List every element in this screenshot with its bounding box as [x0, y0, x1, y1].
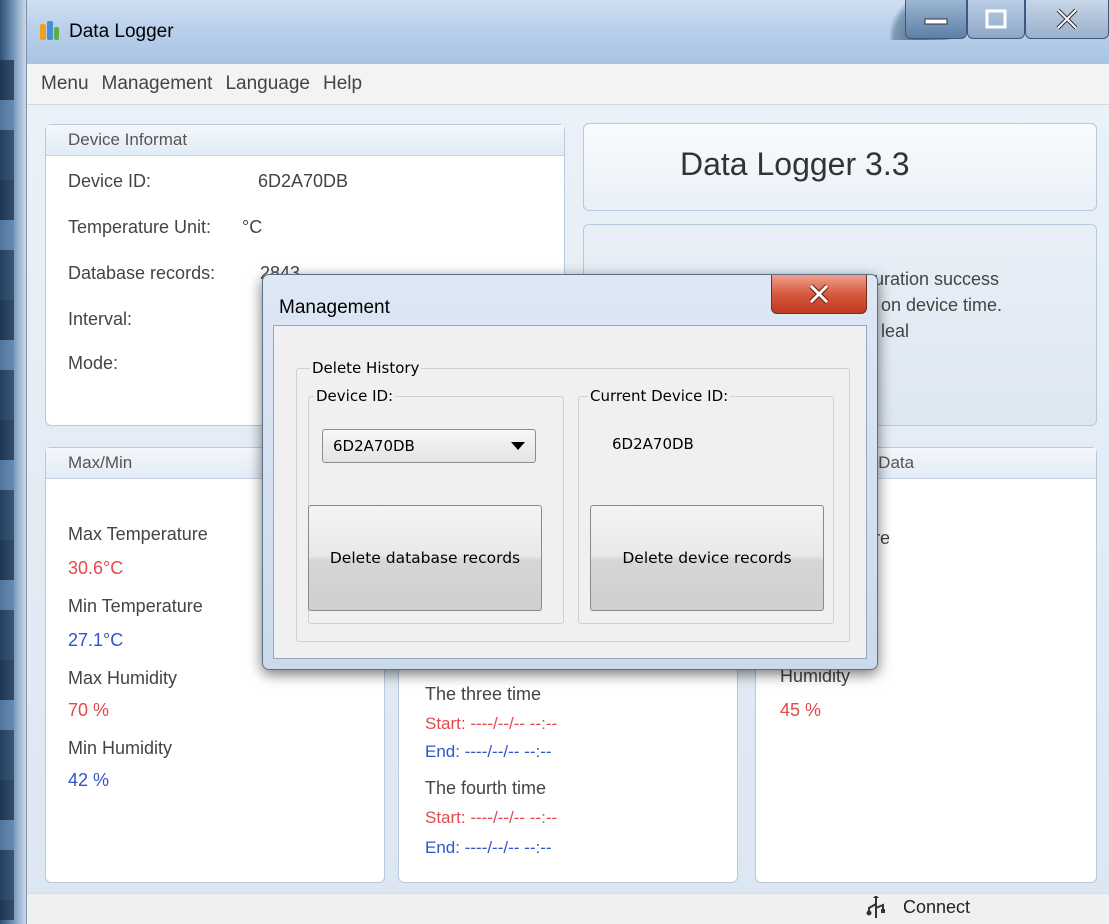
close-window-button[interactable] [1025, 0, 1109, 39]
chevron-down-icon [511, 442, 525, 450]
close-icon [1056, 8, 1078, 30]
minimize-button[interactable] [905, 0, 967, 39]
menu-item-menu[interactable]: Menu [41, 73, 89, 95]
db-records-label: Database records: [68, 263, 216, 283]
window-title: Data Logger [69, 21, 174, 42]
temp-unit-value: °C [242, 217, 263, 237]
third-time-label: The three time [425, 684, 542, 704]
interval-label: Interval: [68, 309, 133, 329]
max-temp-label: Max Temperature [68, 524, 208, 544]
delete-history-label: Delete History [310, 359, 422, 377]
fourth-time-start: Start: ----/--/-- --:-- [425, 808, 558, 827]
max-humidity-label: Max Humidity [68, 668, 178, 688]
min-humidity-label: Min Humidity [68, 738, 173, 758]
max-humidity-value: 70 % [68, 700, 110, 720]
device-id-value: 6D2A70DB [258, 171, 349, 191]
dialog-close-button[interactable] [771, 275, 867, 314]
mode-label: Mode: [68, 353, 119, 373]
close-icon [809, 284, 829, 304]
third-time-end: End: ----/--/-- --:-- [425, 742, 552, 761]
management-dialog: Management Delete History Device ID: Cur… [262, 274, 878, 670]
dialog-body: Delete History Device ID: Current Device… [273, 325, 867, 659]
app-icon [40, 21, 59, 40]
min-humidity-value: 42 % [68, 770, 110, 790]
status-line-2: on device time. [881, 295, 1003, 315]
delete-database-records-button[interactable]: Delete database records [308, 505, 542, 611]
connect-status-label[interactable]: Connect [903, 897, 970, 918]
app-header-title: Data Logger 3.3 [680, 146, 910, 182]
menu-item-help[interactable]: Help [323, 73, 362, 95]
device-id-group-label: Device ID: [314, 387, 396, 405]
minimize-icon [924, 18, 948, 25]
app-header-panel: Data Logger 3.3 [583, 123, 1097, 211]
device-id-select-value: 6D2A70DB [333, 437, 415, 455]
menu-bar: Menu Management Language Help [27, 64, 1109, 105]
menu-item-language[interactable]: Language [225, 73, 310, 95]
delete-device-records-button[interactable]: Delete device records [590, 505, 824, 611]
fourth-time-end: End: ----/--/-- --:-- [425, 838, 552, 857]
device-id-label: Device ID: [68, 171, 152, 191]
realtime-humidity-value: 45 % [780, 700, 822, 720]
maximize-icon [985, 9, 1007, 29]
min-temp-value: 27.1°C [68, 630, 124, 650]
menu-item-management[interactable]: Management [102, 73, 213, 95]
current-device-group-label: Current Device ID: [588, 387, 731, 405]
status-bar: Connect [27, 893, 1109, 924]
dialog-title: Management [279, 297, 390, 318]
status-line-3: leal [881, 321, 910, 341]
maximize-button[interactable] [967, 0, 1025, 39]
title-bar[interactable]: Data Logger [27, 0, 1109, 64]
current-device-id-value: 6D2A70DB [612, 435, 694, 453]
max-temp-value: 30.6°C [68, 558, 124, 578]
third-time-start: Start: ----/--/-- --:-- [425, 714, 558, 733]
status-line-1: uration success [874, 269, 1000, 289]
min-temp-label: Min Temperature [68, 596, 203, 616]
device-id-select[interactable]: 6D2A70DB [322, 429, 536, 463]
device-info-title: Device Informat [46, 125, 564, 156]
temp-unit-label: Temperature Unit: [68, 217, 212, 237]
fourth-time-label: The fourth time [425, 778, 547, 798]
usb-connect-icon [866, 896, 885, 918]
